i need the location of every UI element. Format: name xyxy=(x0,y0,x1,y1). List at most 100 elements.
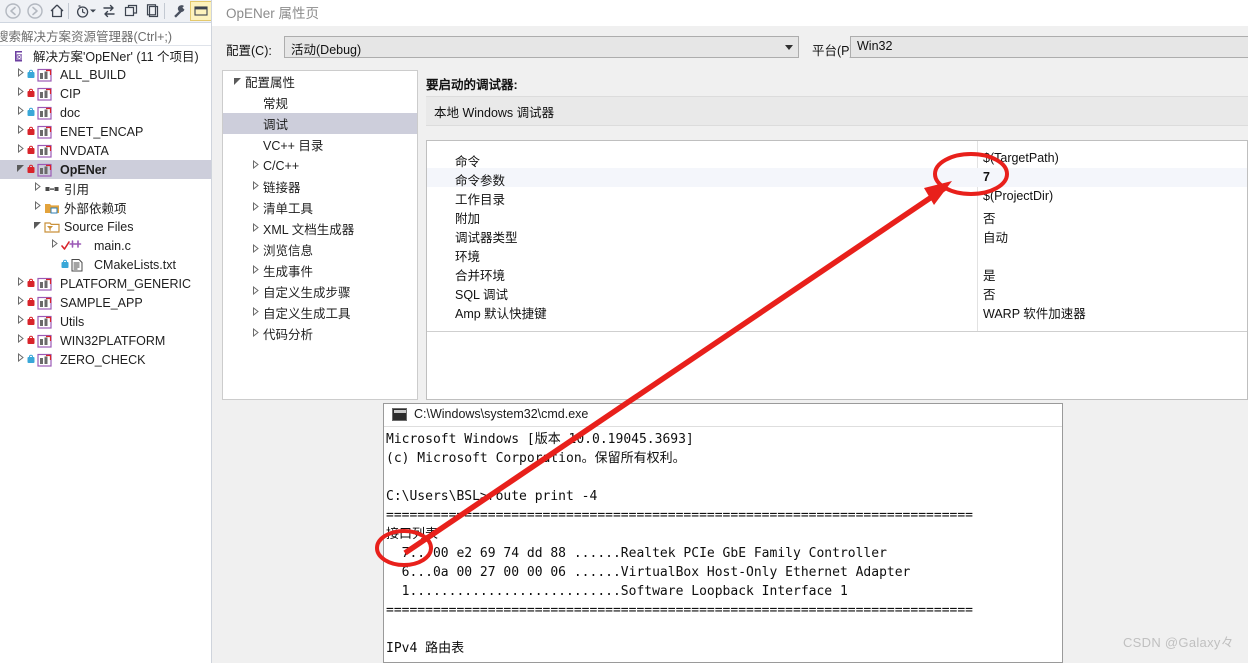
chevron-right-icon[interactable] xyxy=(14,293,27,312)
solution-explorer-tree[interactable]: ⊠ 解决方案'OpENer' (11 个项目) ALL_BUILD CIP doc ENE… xyxy=(0,46,212,663)
solution-tree-item[interactable]: ⊠ 解决方案'OpENer' (11 个项目) xyxy=(0,46,212,65)
console-line: ========================================… xyxy=(386,603,973,618)
solution-tree-item[interactable]: PLATFORM_GENERIC xyxy=(0,274,212,293)
command-prompt-title-bar[interactable]: C:\Windows\system32\cmd.exe xyxy=(384,404,1062,427)
solution-tree-item[interactable]: OpENer xyxy=(0,160,212,179)
property-nav-item[interactable]: 自定义生成工具 xyxy=(223,302,417,323)
properties-icon[interactable] xyxy=(168,1,190,21)
property-value[interactable]: 7 xyxy=(983,170,990,184)
property-grid-row[interactable]: 附加否 xyxy=(427,206,1247,226)
property-nav-item[interactable]: XML 文档生成器 xyxy=(223,218,417,239)
solution-tree-item[interactable]: ENET_ENCAP xyxy=(0,122,212,141)
search-input[interactable]: 搜索解决方案资源管理器(Ctrl+;) xyxy=(0,26,172,45)
solution-tree-item[interactable]: Source Files xyxy=(0,217,212,236)
chevron-right-icon[interactable] xyxy=(247,201,263,213)
property-grid-row[interactable]: 命令 $(TargetPath) xyxy=(427,149,1247,169)
solution-tree-item[interactable]: main.c xyxy=(0,236,212,255)
chevron-right-icon[interactable] xyxy=(14,122,27,141)
chevron-right-icon[interactable] xyxy=(14,103,27,122)
sync-icon[interactable] xyxy=(98,1,120,21)
chevron-right-icon[interactable] xyxy=(14,65,27,84)
chevron-right-icon[interactable] xyxy=(14,331,27,350)
chevron-down-icon[interactable] xyxy=(31,217,44,236)
chevron-right-icon[interactable] xyxy=(247,159,263,171)
property-nav-tree[interactable]: 配置属性 常规 调试 VC++ 目录 C/C++ 链接器清单工具 XML 文档生成器浏览信息… xyxy=(222,70,418,400)
preview-selected-items-icon[interactable] xyxy=(190,1,212,21)
property-value[interactable]: $(TargetPath) xyxy=(983,151,1059,165)
property-nav-item[interactable]: 配置属性 xyxy=(223,71,417,92)
project-icon xyxy=(27,333,57,349)
chevron-right-icon[interactable] xyxy=(14,312,27,331)
solution-tree-item[interactable]: NVDATA xyxy=(0,141,212,160)
solution-tree-item-label: SAMPLE_APP xyxy=(60,295,143,310)
solution-tree-item[interactable]: doc xyxy=(0,103,212,122)
solution-tree-item[interactable]: 引用 xyxy=(0,179,212,198)
chevron-right-icon[interactable] xyxy=(247,264,263,276)
solution-tree-item[interactable]: 外部依赖项 xyxy=(0,198,212,217)
svg-text:⊠: ⊠ xyxy=(16,52,23,61)
configuration-label: 配置(C): xyxy=(226,44,272,58)
property-grid-row[interactable]: 调试器类型 自动 xyxy=(427,225,1247,245)
property-nav-item[interactable]: 生成事件 xyxy=(223,260,417,281)
chevron-down-icon[interactable] xyxy=(229,76,245,87)
property-value[interactable]: $(ProjectDir) xyxy=(983,189,1053,203)
command-prompt-window[interactable]: C:\Windows\system32\cmd.exe Microsoft Wi… xyxy=(383,403,1063,663)
chevron-right-icon[interactable] xyxy=(31,179,44,198)
property-nav-item-label: 生成事件 xyxy=(263,265,314,279)
chevron-right-icon[interactable] xyxy=(247,243,263,255)
property-grid-row[interactable]: 工作目录 $(ProjectDir) xyxy=(427,187,1247,207)
property-nav-item-label: 浏览信息 xyxy=(263,244,314,258)
chevron-down-icon[interactable] xyxy=(88,1,98,21)
solution-tree-item[interactable]: CMakeLists.txt xyxy=(0,255,212,274)
solution-tree-item[interactable]: SAMPLE_APP xyxy=(0,293,212,312)
property-nav-item[interactable]: 常规 xyxy=(223,92,417,113)
collapse-all-icon[interactable] xyxy=(120,1,142,21)
debugger-selector[interactable]: 本地 Windows 调试器 xyxy=(426,96,1248,126)
property-nav-item[interactable]: C/C++ xyxy=(223,155,417,176)
show-all-files-icon[interactable] xyxy=(142,1,164,21)
property-grid-row[interactable]: 环境 xyxy=(427,244,1247,264)
property-nav-item[interactable]: VC++ 目录 xyxy=(223,134,417,155)
solution-tree-item[interactable]: ALL_BUILD xyxy=(0,65,212,84)
property-grid-row[interactable]: 合并环境是 xyxy=(427,263,1247,283)
chevron-right-icon[interactable] xyxy=(247,327,263,339)
configuration-value: 活动(Debug) xyxy=(291,43,362,57)
chevron-right-icon[interactable] xyxy=(247,306,263,318)
chevron-right-icon[interactable] xyxy=(14,350,27,369)
dialog-title-bar: OpENer 属性页 xyxy=(212,0,1248,26)
solution-tree-item[interactable]: WIN32PLATFORM xyxy=(0,331,212,350)
property-grid-row[interactable]: SQL 调试否 xyxy=(427,282,1247,302)
solution-tree-item[interactable]: Utils xyxy=(0,312,212,331)
solution-tree-item[interactable]: ZERO_CHECK xyxy=(0,350,212,369)
chevron-right-icon[interactable] xyxy=(247,222,263,234)
property-nav-item[interactable]: 调试 xyxy=(223,113,417,134)
configuration-combo[interactable]: 活动(Debug) xyxy=(284,36,799,58)
chevron-down-icon[interactable] xyxy=(14,160,27,179)
command-prompt-title: C:\Windows\system32\cmd.exe xyxy=(414,407,589,421)
property-value[interactable]: WARP 软件加速器 xyxy=(983,303,1086,322)
chevron-right-icon[interactable] xyxy=(14,141,27,160)
platform-combo[interactable]: Win32 xyxy=(850,36,1248,58)
property-nav-item[interactable]: 链接器 xyxy=(223,176,417,197)
property-nav-item[interactable]: 清单工具 xyxy=(223,197,417,218)
property-nav-item[interactable]: 自定义生成步骤 xyxy=(223,281,417,302)
property-grid-row[interactable]: 命令参数 7 xyxy=(427,168,1247,188)
debugger-selected-value: 本地 Windows 调试器 xyxy=(434,106,555,120)
chevron-right-icon[interactable] xyxy=(14,274,27,293)
property-grid-row[interactable]: Amp 默认快捷键 WARP 软件加速器 xyxy=(427,301,1247,322)
solution-tree-item[interactable]: CIP xyxy=(0,84,212,103)
property-nav-item[interactable]: 浏览信息 xyxy=(223,239,417,260)
chevron-right-icon[interactable] xyxy=(48,236,61,255)
solution-explorer-search[interactable]: 搜索解决方案资源管理器(Ctrl+;) xyxy=(0,23,212,46)
chevron-right-icon[interactable] xyxy=(14,84,27,103)
chevron-right-icon[interactable] xyxy=(247,285,263,297)
home-icon[interactable] xyxy=(46,1,68,21)
forward-icon[interactable] xyxy=(24,1,46,21)
property-grid[interactable]: 命令 $(TargetPath) 命令参数 7 工作目录 $(ProjectDir) 附加否… xyxy=(426,140,1248,400)
back-icon[interactable] xyxy=(2,1,24,21)
property-nav-item[interactable]: 代码分析 xyxy=(223,323,417,344)
chevron-right-icon[interactable] xyxy=(247,180,263,192)
property-nav-item-label: 清单工具 xyxy=(263,202,314,216)
chevron-right-icon[interactable] xyxy=(31,198,44,217)
